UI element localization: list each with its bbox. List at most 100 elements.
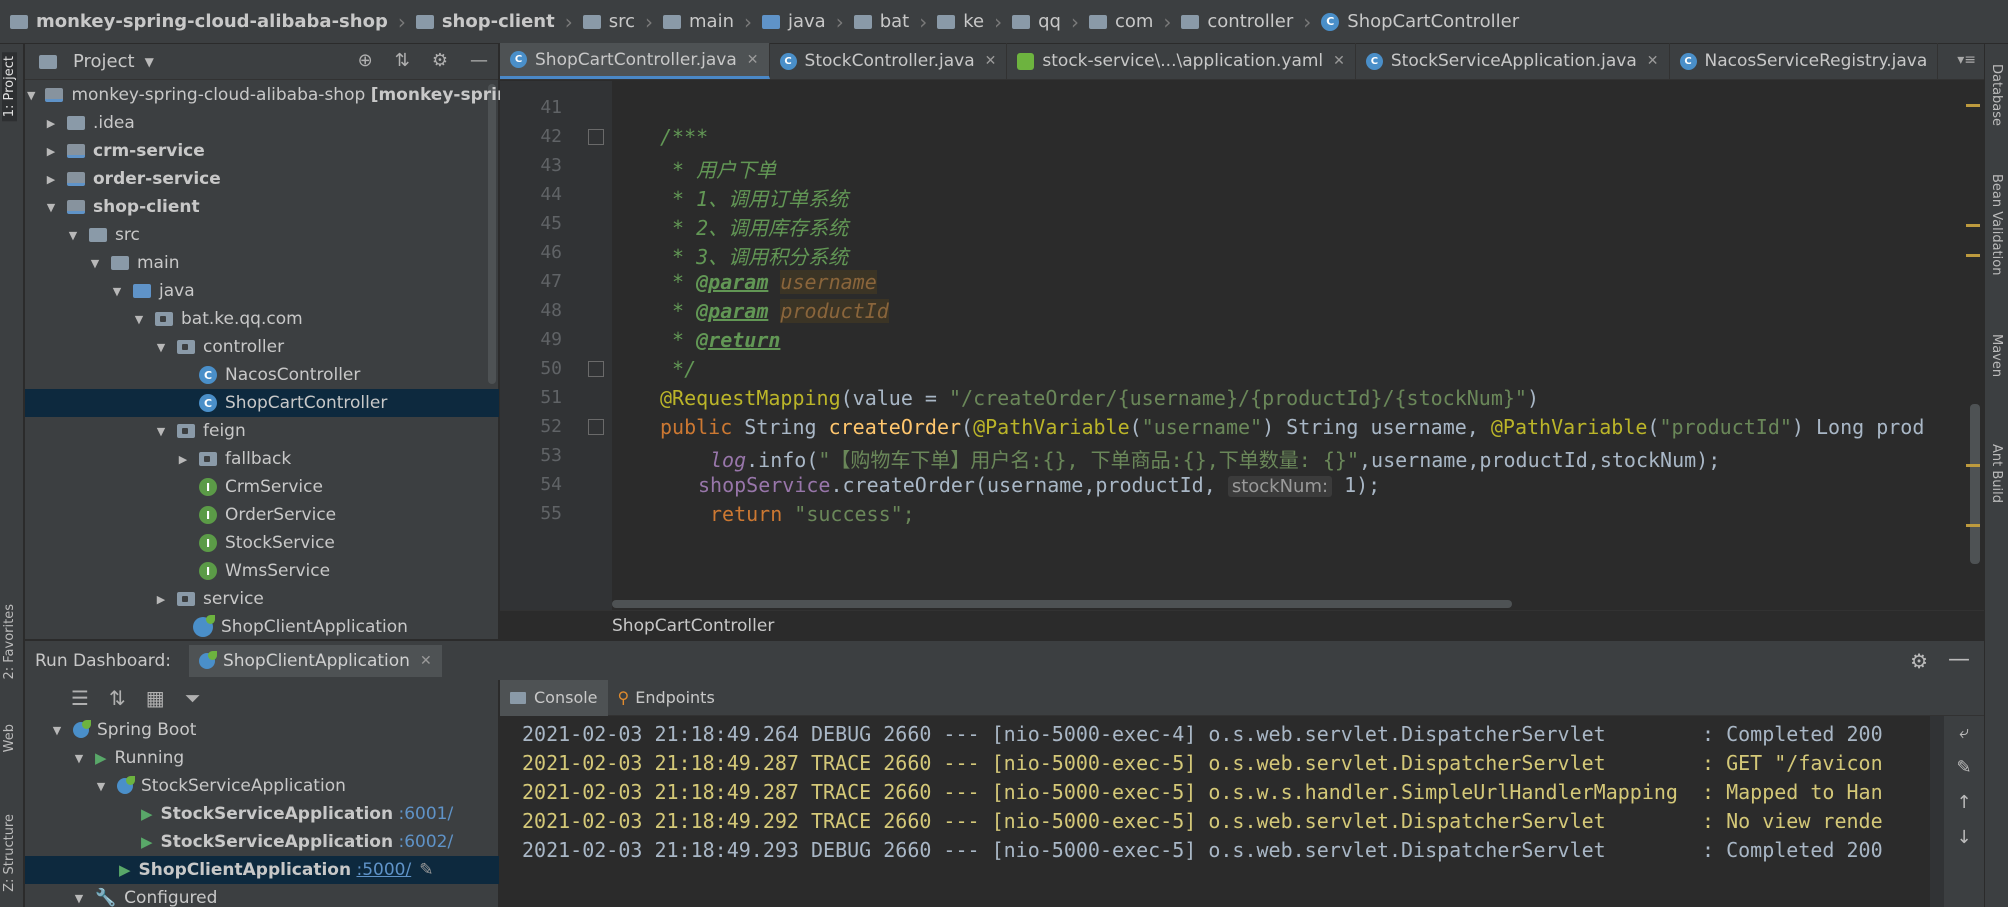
tree-item-wms-service-interface[interactable]: I WmsService <box>25 557 499 585</box>
edit-icon[interactable]: ✎ <box>419 860 433 880</box>
tree-item-fallback[interactable]: ▶ fallback <box>25 445 499 473</box>
console-scrollbar[interactable] <box>1930 716 1944 907</box>
fold-marker-icon[interactable] <box>588 361 604 377</box>
scroll-up-icon[interactable]: ↑ <box>1956 792 1971 813</box>
run-tree-running[interactable]: ▼ ▶ Running <box>25 744 499 772</box>
tree-item-order-service[interactable]: ▶ order-service <box>25 165 499 193</box>
tree-item-package[interactable]: ▼ bat.ke.qq.com <box>25 305 499 333</box>
tree-item-controller[interactable]: ▼ controller <box>25 333 499 361</box>
code-line[interactable]: * @param username <box>660 270 877 294</box>
tree-item-feign[interactable]: ▼ feign <box>25 417 499 445</box>
error-stripe-mark[interactable] <box>1966 104 1980 107</box>
code-line[interactable]: */ <box>660 357 696 381</box>
collapse-all-icon[interactable]: ⇅ <box>395 50 410 71</box>
soft-wrap-icon[interactable]: ⤶ <box>1959 722 1969 743</box>
code-line[interactable]: public String createOrder(@PathVariable(… <box>660 415 1924 439</box>
error-stripe-mark[interactable] <box>1966 224 1980 227</box>
tree-item-service[interactable]: ▶ service <box>25 585 499 613</box>
chevron-down-icon[interactable]: ▼ <box>45 201 57 214</box>
run-tree-shop-client-5000[interactable]: ▶ ShopClientApplication :5000/✎ <box>25 856 499 884</box>
close-icon[interactable]: ✕ <box>985 53 997 69</box>
run-tree-spring-boot[interactable]: ▼ Spring Boot <box>25 716 499 744</box>
run-tree-stock-service-6002[interactable]: ▶ StockServiceApplication :6002/ <box>25 828 499 856</box>
editor-footer-breadcrumb[interactable]: ShopCartController <box>500 610 1984 640</box>
group-by-icon[interactable]: ▦ <box>146 686 165 710</box>
close-icon[interactable]: ✕ <box>747 52 759 68</box>
code-line[interactable]: return "success"; <box>710 502 915 526</box>
chevron-down-icon[interactable]: ▼ <box>89 257 101 270</box>
web-tool-tab[interactable]: Web <box>2 724 17 752</box>
breadcrumb-item-src[interactable]: src <box>582 11 635 32</box>
tree-item-shop-client[interactable]: ▼ shop-client <box>25 193 499 221</box>
filter-icon[interactable]: ⏷ <box>185 686 201 710</box>
fold-marker-icon[interactable] <box>588 419 604 435</box>
tab-shopcart-controller[interactable]: C ShopCartController.java ✕ <box>500 43 770 79</box>
code-line[interactable]: * @return <box>660 328 780 352</box>
chevron-down-icon[interactable]: ▼ <box>67 229 79 242</box>
close-icon[interactable]: ✕ <box>1333 53 1345 69</box>
breadcrumb-item-qq[interactable]: qq <box>1012 11 1061 32</box>
chevron-down-icon[interactable]: ▼ <box>111 285 123 298</box>
code-line[interactable]: shopService.createOrder(username,product… <box>698 473 1380 497</box>
code-line[interactable]: * 用户下单 <box>660 154 776 183</box>
breadcrumb-item-controller[interactable]: controller <box>1181 11 1293 32</box>
breadcrumb-item-class[interactable]: C ShopCartController <box>1321 11 1519 32</box>
breadcrumb-item-com[interactable]: com <box>1088 11 1153 32</box>
close-icon[interactable]: ✕ <box>420 653 432 669</box>
structure-tool-tab[interactable]: Z: Structure <box>2 814 17 892</box>
chevron-down-icon[interactable]: ▼ <box>155 425 167 438</box>
run-tab-shop-client[interactable]: ShopClientApplication ✕ <box>188 644 442 677</box>
chevron-down-icon[interactable]: ▼ <box>95 780 107 793</box>
tree-item-crm-service-interface[interactable]: I CrmService <box>25 473 499 501</box>
chevron-down-icon[interactable]: ▼ <box>133 313 145 326</box>
tab-endpoints[interactable]: ⚲ Endpoints <box>608 680 725 716</box>
tab-console[interactable]: Console <box>500 679 608 716</box>
hide-icon[interactable]: — <box>470 50 488 71</box>
error-stripe-mark[interactable] <box>1966 254 1980 257</box>
run-tree-stock-service-group[interactable]: ▼ StockServiceApplication <box>25 772 499 800</box>
code-line[interactable]: * 3、调用积分系统 <box>660 241 848 270</box>
tab-stock-controller[interactable]: C StockController.java ✕ <box>770 43 1008 79</box>
breadcrumb-item-project[interactable]: monkey-spring-cloud-alibaba-shop <box>10 11 388 32</box>
run-tree-stock-service-6001[interactable]: ▶ StockServiceApplication :6001/ <box>25 800 499 828</box>
editor-vertical-scrollbar[interactable] <box>1970 404 1980 564</box>
hide-icon[interactable]: — <box>1948 647 1970 672</box>
chevron-down-icon[interactable]: ▼ <box>145 55 154 69</box>
breadcrumb-item-java[interactable]: java <box>761 11 826 32</box>
code-line[interactable]: /*** <box>660 125 708 149</box>
clear-console-icon[interactable]: ✎ <box>1956 757 1971 778</box>
tab-list-menu-icon[interactable]: ▾≡ <box>1957 52 1976 68</box>
tree-item-java[interactable]: ▼ java <box>25 277 499 305</box>
tab-application-yaml[interactable]: stock-service\...\application.yaml ✕ <box>1007 43 1356 79</box>
tree-item-crm-service[interactable]: ▶ crm-service <box>25 137 499 165</box>
fold-marker-icon[interactable] <box>588 129 604 145</box>
project-tool-tab[interactable]: 1: Project <box>2 52 17 122</box>
breadcrumb-item-module[interactable]: shop-client <box>415 11 555 32</box>
editor-horizontal-scrollbar[interactable] <box>612 600 1512 608</box>
chevron-down-icon[interactable]: ▼ <box>73 892 85 905</box>
gear-icon[interactable]: ⚙ <box>1910 649 1928 673</box>
expand-all-icon[interactable]: ☰ <box>71 686 89 710</box>
chevron-down-icon[interactable]: ▼ <box>51 724 63 737</box>
code-line[interactable]: * 1、调用订单系统 <box>660 183 848 212</box>
locate-icon[interactable]: ⊕ <box>358 50 373 71</box>
breadcrumb-item-main[interactable]: main <box>663 11 734 32</box>
code-line[interactable]: log.info("【购物车下单】用户名:{}, 下单商品:{},下单数量: {… <box>710 444 1720 473</box>
chevron-down-icon[interactable]: ▼ <box>73 752 85 765</box>
tree-item-src[interactable]: ▼ src <box>25 221 499 249</box>
ant-build-tool-tab[interactable]: Ant Build <box>1989 444 2004 503</box>
code-line[interactable]: @RequestMapping(value = "/createOrder/{u… <box>660 386 1539 410</box>
project-panel-title[interactable]: Project <box>73 51 135 72</box>
code-line[interactable]: * 2、调用库存系统 <box>660 212 848 241</box>
tree-item-stock-service-interface[interactable]: I StockService <box>25 529 499 557</box>
collapse-all-icon[interactable]: ⇅ <box>109 686 126 710</box>
tree-item-nacos-controller[interactable]: C NacosController <box>25 361 499 389</box>
chevron-right-icon[interactable]: ▶ <box>177 453 189 466</box>
tab-nacos-service-registry[interactable]: C NacosServiceRegistry.java <box>1670 43 1939 79</box>
tree-item-shopcart-controller[interactable]: C ShopCartController <box>25 389 499 417</box>
run-tree-configured[interactable]: ▼ 🔧 Configured <box>25 884 499 907</box>
tree-item-shop-client-application[interactable]: ShopClientApplication <box>25 613 499 641</box>
chevron-right-icon[interactable]: ▶ <box>45 117 57 130</box>
gear-icon[interactable]: ⚙ <box>432 50 448 71</box>
chevron-right-icon[interactable]: ▶ <box>45 173 57 186</box>
